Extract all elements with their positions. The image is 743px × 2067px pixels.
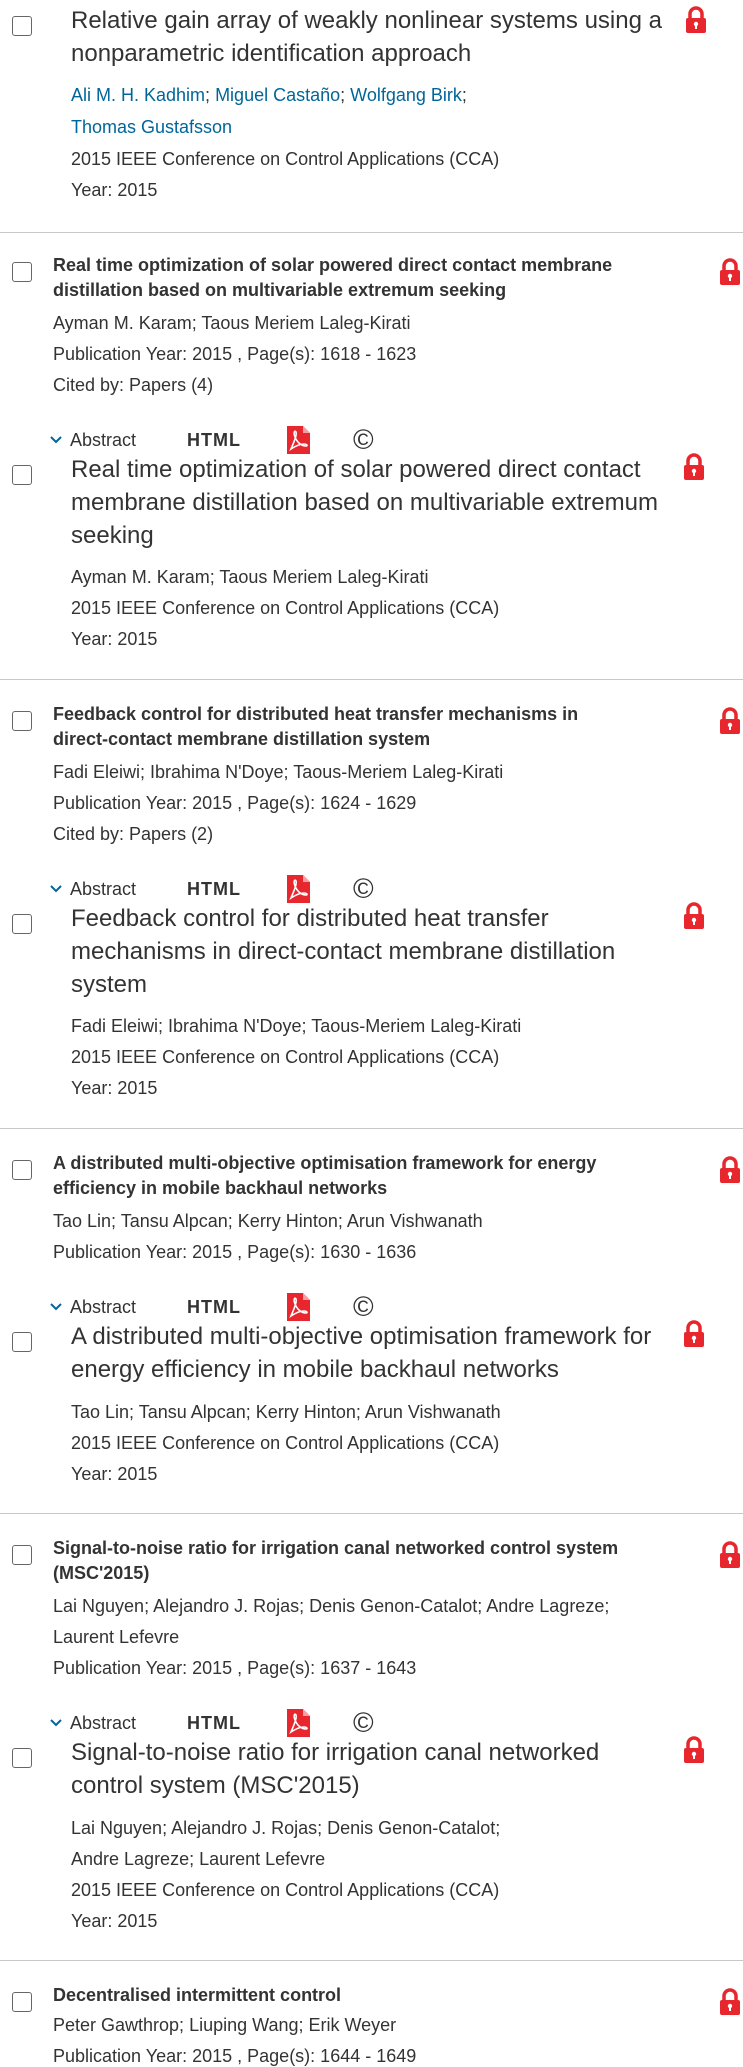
- select-checkbox[interactable]: [12, 262, 32, 282]
- article-title-link[interactable]: Decentralised intermittent control: [53, 1983, 693, 2008]
- divider: [0, 679, 743, 680]
- authors: Lai Nguyen; Alejandro J. Rojas; Denis Ge…: [53, 1596, 610, 1616]
- publication-info: Publication Year: 2015 , Page(s): 1624 -…: [53, 793, 417, 813]
- select-checkbox[interactable]: [12, 711, 32, 731]
- author-link[interactable]: Wolfgang Birk: [350, 85, 462, 105]
- authors-line-2: Andre Lagreze; Laurent Lefevre: [71, 1849, 326, 1869]
- action-bar: Abstract HTML ©: [48, 424, 374, 456]
- lock-icon: [717, 1541, 743, 1569]
- author-link[interactable]: Miguel Castaño: [215, 85, 340, 105]
- cited-by[interactable]: Cited by: Papers (4): [53, 370, 213, 401]
- article-title-link[interactable]: Feedback control for distributed heat tr…: [53, 702, 693, 752]
- select-checkbox[interactable]: [12, 1748, 32, 1768]
- detail-title[interactable]: Real time optimization of solar powered …: [71, 453, 691, 552]
- html-link[interactable]: HTML: [187, 1297, 285, 1318]
- authors: Tao Lin; Tansu Alpcan; Kerry Hinton; Aru…: [71, 1402, 501, 1422]
- detail-title[interactable]: Relative gain array of weakly nonlinear …: [71, 4, 711, 70]
- authors-line-2: Laurent Lefevre: [53, 1627, 180, 1647]
- divider: [0, 232, 743, 233]
- divider: [0, 1128, 743, 1129]
- authors: Peter Gawthrop; Liuping Wang; Erik Weyer: [53, 2015, 397, 2035]
- authors: Ali M. H. Kadhim; Miguel Castaño; Wolfga…: [71, 85, 467, 105]
- abstract-toggle[interactable]: Abstract: [70, 1297, 187, 1318]
- select-checkbox[interactable]: [12, 1992, 32, 2012]
- lock-icon: [681, 1320, 707, 1348]
- authors: Fadi Eleiwi; Ibrahima N'Doye; Taous-Meri…: [71, 1016, 522, 1036]
- authors: Ayman M. Karam; Taous Meriem Laleg-Kirat…: [71, 567, 429, 587]
- pdf-icon[interactable]: [285, 1292, 311, 1322]
- year: Year: 2015: [71, 1911, 158, 1931]
- divider: [0, 1513, 743, 1514]
- publication-info: Publication Year: 2015 , Page(s): 1630 -…: [53, 1242, 417, 1262]
- select-checkbox[interactable]: [12, 914, 32, 934]
- lock-icon: [717, 1988, 743, 2016]
- author-link[interactable]: Thomas Gustafsson: [71, 117, 232, 137]
- chevron-down-icon[interactable]: [48, 881, 64, 897]
- chevron-down-icon[interactable]: [48, 432, 64, 448]
- copyright-icon[interactable]: ©: [353, 1709, 374, 1737]
- year: Year: 2015: [71, 629, 158, 649]
- conference: 2015 IEEE Conference on Control Applicat…: [71, 1880, 500, 1900]
- article-title-link[interactable]: A distributed multi-objective optimisati…: [53, 1151, 693, 1201]
- detail-title[interactable]: Signal-to-noise ratio for irrigation can…: [71, 1736, 691, 1802]
- authors: Ayman M. Karam; Taous Meriem Laleg-Kirat…: [53, 313, 411, 333]
- abstract-toggle[interactable]: Abstract: [70, 1713, 187, 1734]
- lock-icon: [717, 707, 743, 735]
- chevron-down-icon[interactable]: [48, 1715, 64, 1731]
- detail-title[interactable]: Feedback control for distributed heat tr…: [71, 902, 691, 1001]
- html-link[interactable]: HTML: [187, 879, 285, 900]
- abstract-toggle[interactable]: Abstract: [70, 430, 187, 451]
- detail-title[interactable]: A distributed multi-objective optimisati…: [71, 1320, 701, 1386]
- publication-info: Publication Year: 2015 , Page(s): 1644 -…: [53, 2046, 417, 2066]
- conference: 2015 IEEE Conference on Control Applicat…: [71, 1433, 500, 1453]
- lock-icon: [681, 1736, 707, 1764]
- publication-info: Publication Year: 2015 , Page(s): 1618 -…: [53, 344, 417, 364]
- year: Year: 2015: [71, 1078, 158, 1098]
- pdf-icon[interactable]: [285, 1708, 311, 1738]
- year: Year: 2015: [71, 180, 158, 200]
- select-checkbox[interactable]: [12, 16, 32, 36]
- authors: Fadi Eleiwi; Ibrahima N'Doye; Taous-Meri…: [53, 762, 504, 782]
- divider: [0, 1960, 743, 1961]
- lock-icon: [681, 453, 707, 481]
- article-title-link[interactable]: Real time optimization of solar powered …: [53, 253, 693, 303]
- copyright-icon[interactable]: ©: [353, 875, 374, 903]
- html-link[interactable]: HTML: [187, 1713, 285, 1734]
- conference: 2015 IEEE Conference on Control Applicat…: [71, 1047, 500, 1067]
- action-bar: Abstract HTML ©: [48, 1707, 374, 1739]
- html-link[interactable]: HTML: [187, 430, 285, 451]
- article-title-link[interactable]: Signal-to-noise ratio for irrigation can…: [53, 1536, 693, 1586]
- conference: 2015 IEEE Conference on Control Applicat…: [71, 598, 500, 618]
- authors: Lai Nguyen; Alejandro J. Rojas; Denis Ge…: [71, 1818, 501, 1838]
- action-bar: Abstract HTML ©: [48, 873, 374, 905]
- authors: Tao Lin; Tansu Alpcan; Kerry Hinton; Aru…: [53, 1211, 483, 1231]
- lock-icon: [681, 902, 707, 930]
- chevron-down-icon[interactable]: [48, 1299, 64, 1315]
- year: Year: 2015: [71, 1464, 158, 1484]
- select-checkbox[interactable]: [12, 1545, 32, 1565]
- abstract-toggle[interactable]: Abstract: [70, 879, 187, 900]
- pdf-icon[interactable]: [285, 425, 311, 455]
- select-checkbox[interactable]: [12, 1160, 32, 1180]
- publication-info: Publication Year: 2015 , Page(s): 1637 -…: [53, 1658, 417, 1678]
- lock-icon: [683, 6, 709, 34]
- copyright-icon[interactable]: ©: [353, 1293, 374, 1321]
- copyright-icon[interactable]: ©: [353, 426, 374, 454]
- authors-line-2: Thomas Gustafsson: [71, 112, 232, 143]
- action-bar: Abstract HTML ©: [48, 1291, 374, 1323]
- conference: 2015 IEEE Conference on Control Applicat…: [71, 149, 500, 169]
- lock-icon: [717, 258, 743, 286]
- select-checkbox[interactable]: [12, 465, 32, 485]
- author-link[interactable]: Ali M. H. Kadhim: [71, 85, 205, 105]
- cited-by[interactable]: Cited by: Papers (2): [53, 819, 213, 850]
- lock-icon: [717, 1156, 743, 1184]
- pdf-icon[interactable]: [285, 874, 311, 904]
- select-checkbox[interactable]: [12, 1332, 32, 1352]
